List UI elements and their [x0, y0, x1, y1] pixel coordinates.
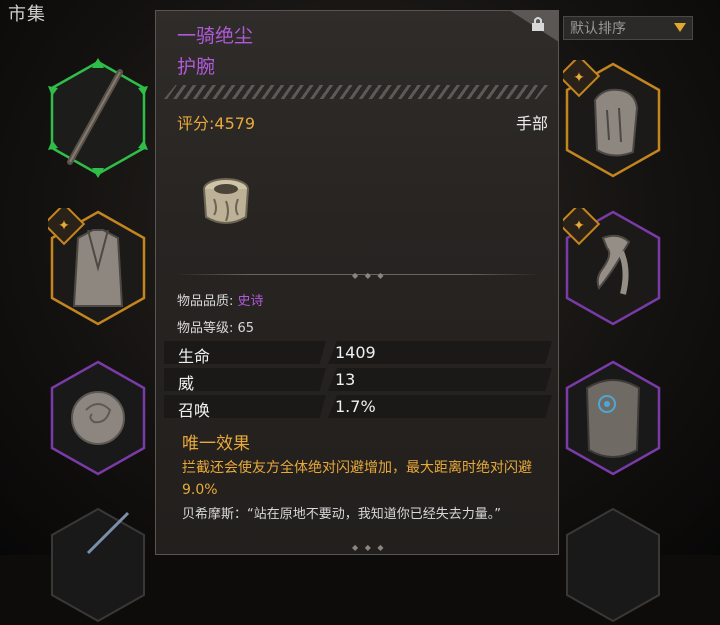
quality-label: 物品品质: [177, 294, 238, 309]
stat-row: 生命 1409 [164, 341, 552, 366]
sort-label: 默认排序 [570, 21, 626, 37]
item-score: 评分:4579 [177, 114, 256, 133]
market-title: 市集 [8, 4, 46, 25]
stat-name: 威 [178, 374, 195, 393]
stat-name: 召唤 [178, 401, 211, 420]
equip-slot-weapon[interactable] [48, 58, 148, 178]
item-tooltip: 一骑绝尘 护腕 评分:4579 手部 ◆ ◆ ◆ 物品品质: 史诗 物品等级: … [155, 10, 559, 555]
unique-effect-title: 唯一效果 [182, 434, 250, 454]
stat-row: 威 13 [164, 368, 552, 393]
item-level: 物品等级: 65 [177, 321, 255, 336]
stat-value: 1409 [335, 343, 376, 362]
stat-value: 1.7% [335, 397, 376, 416]
quality-value: 史诗 [237, 294, 264, 309]
equip-slot-shield[interactable] [563, 358, 663, 478]
item-slot: 手部 [515, 114, 548, 133]
stat-value: 13 [335, 370, 356, 389]
item-quality: 物品品质: 史诗 [177, 290, 264, 309]
equip-slot-bottom-left[interactable] [48, 505, 148, 625]
lock-icon[interactable] [530, 16, 546, 32]
equip-slot-neck[interactable]: ✦ [563, 208, 663, 328]
divider-ornament: ◆ ◆ ◆ [352, 271, 386, 280]
stripe-divider [164, 85, 548, 99]
neck-slot-frame: ✦ [563, 208, 661, 326]
bottom-ornament: ◆ ◆ ◆ [352, 543, 386, 552]
equip-slot-hands[interactable]: ✦ [563, 60, 663, 180]
bracer-icon [203, 178, 249, 224]
weapon-slot-frame [48, 58, 148, 178]
svg-text:✦: ✦ [573, 218, 585, 234]
chevron-down-icon [674, 23, 686, 32]
svg-text:✦: ✦ [58, 218, 70, 234]
sort-dropdown[interactable]: 默认排序 [563, 16, 693, 40]
unique-effect-description: 拦截还会使友方全体绝对闪避增加，最大距离时绝对闪避9.0% [182, 460, 532, 498]
stat-row: 召唤 1.7% [164, 395, 552, 420]
bottom-left-slot-frame [51, 507, 145, 623]
equip-slot-bottom-right[interactable] [563, 505, 663, 625]
trinket-slot-frame [50, 360, 146, 476]
stat-name: 生命 [178, 347, 211, 366]
equip-slot-chest[interactable]: ✦ [48, 208, 148, 328]
shield-slot-frame [565, 360, 661, 476]
equip-slot-trinket[interactable] [48, 358, 148, 478]
item-name: 一骑绝尘 [177, 25, 254, 47]
item-type: 护腕 [177, 56, 216, 78]
flavor-quote: 贝希摩斯：“站在原地不要动，我知道你已经失去力量。” [182, 507, 501, 522]
hands-slot-frame: ✦ [563, 60, 661, 178]
bottom-right-slot-frame [566, 507, 660, 623]
svg-text:✦: ✦ [573, 70, 585, 86]
chest-slot-frame: ✦ [48, 208, 146, 326]
